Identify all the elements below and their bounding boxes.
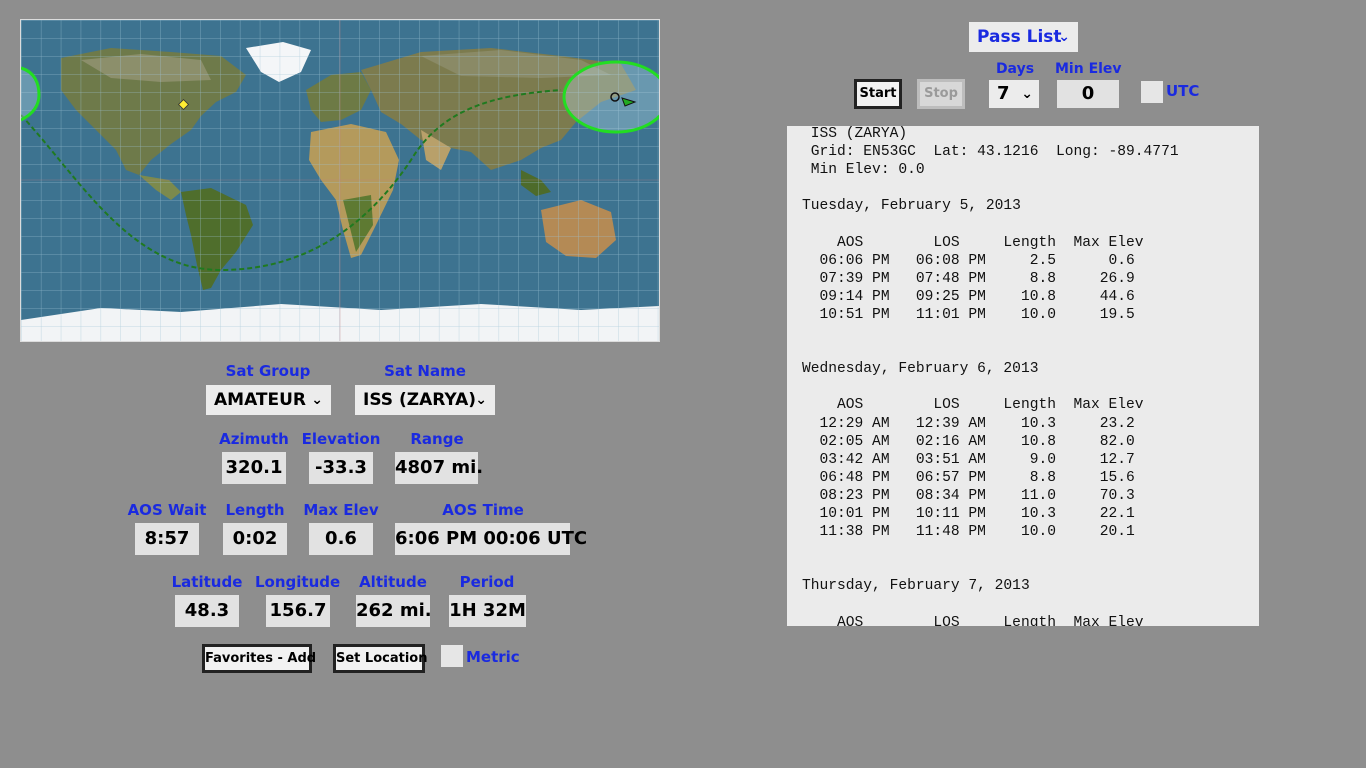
max-elev-value: 0.6 — [309, 523, 373, 555]
min-elev-input[interactable]: 0 — [1057, 80, 1119, 108]
chevron-down-icon: ⌄ — [1021, 86, 1033, 102]
world-map[interactable] — [20, 19, 660, 342]
aos-time-label: AOS Time — [442, 501, 524, 519]
latitude-label: Latitude — [171, 573, 243, 591]
view-select[interactable]: Pass List ⌄ — [969, 22, 1078, 52]
start-button[interactable]: Start — [854, 79, 902, 109]
chevron-down-icon: ⌄ — [475, 392, 487, 408]
aos-wait-value: 8:57 — [135, 523, 199, 555]
longitude-value: 156.7 — [266, 595, 330, 627]
metric-checkbox[interactable] — [441, 645, 463, 667]
range-value: 4807 mi. — [395, 452, 483, 484]
length-label: Length — [225, 501, 285, 519]
chevron-down-icon: ⌄ — [311, 392, 323, 408]
sat-name-label: Sat Name — [384, 362, 466, 380]
days-label: Days — [995, 61, 1035, 77]
metric-label: Metric — [466, 648, 520, 666]
longitude-label: Longitude — [255, 573, 341, 591]
aos-time-value: 6:06 PM 00:06 UTC — [395, 523, 587, 555]
period-value: 1H 32M — [449, 595, 526, 627]
pass-list-text: ISS (ZARYA) Grid: EN53GC Lat: 43.1216 Lo… — [802, 126, 1179, 626]
stop-button[interactable]: Stop — [917, 79, 965, 109]
latitude-value: 48.3 — [175, 595, 239, 627]
length-value: 0:02 — [223, 523, 287, 555]
view-select-label: Pass List — [977, 27, 1062, 47]
range-label: Range — [410, 430, 464, 448]
favorites-add-button[interactable]: Favorites - Add — [202, 644, 316, 673]
sat-group-label: Sat Group — [225, 362, 311, 380]
aos-wait-label: AOS Wait — [127, 501, 207, 519]
sat-name-select[interactable]: ISS (ZARYA) ⌄ — [355, 385, 495, 415]
altitude-value: 262 mi. — [356, 595, 432, 627]
sat-group-select[interactable]: AMATEUR ⌄ — [206, 385, 331, 415]
elevation-value: -33.3 — [309, 452, 373, 484]
azimuth-label: Azimuth — [219, 430, 289, 448]
days-value: 7 — [997, 83, 1010, 104]
azimuth-value: 320.1 — [222, 452, 286, 484]
period-label: Period — [459, 573, 515, 591]
sat-group-value: AMATEUR — [214, 390, 307, 410]
utc-label: UTC — [1166, 82, 1200, 100]
sat-name-value: ISS (ZARYA) — [363, 390, 476, 410]
pass-list-panel[interactable]: ISS (ZARYA) Grid: EN53GC Lat: 43.1216 Lo… — [787, 126, 1259, 626]
min-elev-label: Min Elev — [1055, 61, 1122, 77]
altitude-label: Altitude — [359, 573, 427, 591]
max-elev-label: Max Elev — [303, 501, 379, 519]
days-select[interactable]: 7 ⌄ — [989, 80, 1039, 108]
set-location-button[interactable]: Set Location — [333, 644, 427, 673]
chevron-down-icon: ⌄ — [1058, 29, 1070, 45]
elevation-label: Elevation — [301, 430, 381, 448]
utc-checkbox[interactable] — [1141, 81, 1163, 103]
world-map-svg — [21, 20, 659, 341]
